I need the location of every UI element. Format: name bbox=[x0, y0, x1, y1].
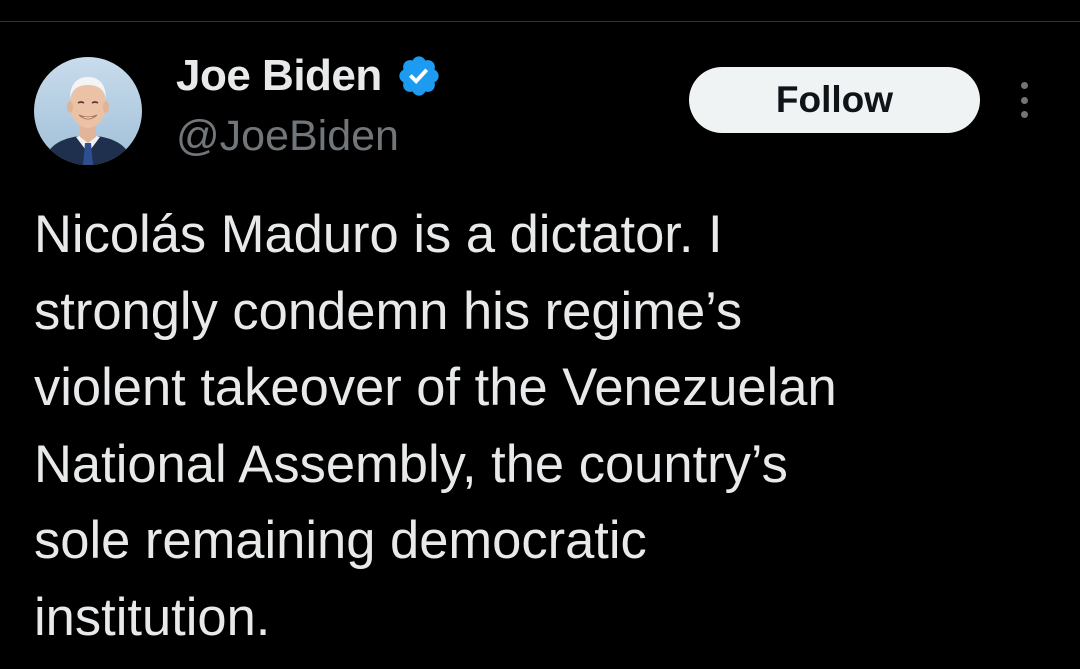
author-display-name[interactable]: Joe Biden bbox=[176, 51, 382, 101]
verified-badge-icon[interactable] bbox=[396, 53, 442, 99]
more-dot bbox=[1020, 111, 1028, 118]
author-handle[interactable]: @JoeBiden bbox=[176, 112, 399, 161]
avatar-image bbox=[34, 57, 142, 165]
author-name-row: Joe Biden bbox=[176, 48, 442, 104]
more-dot bbox=[1020, 82, 1028, 89]
more-dot bbox=[1020, 96, 1028, 104]
tweet-text: Nicolás Maduro is a dictator. I strongly… bbox=[34, 205, 837, 647]
profile-avatar[interactable] bbox=[34, 57, 142, 165]
follow-button[interactable]: Follow bbox=[689, 67, 980, 133]
more-options-icon[interactable] bbox=[1010, 80, 1038, 120]
top-divider bbox=[0, 21, 1080, 22]
